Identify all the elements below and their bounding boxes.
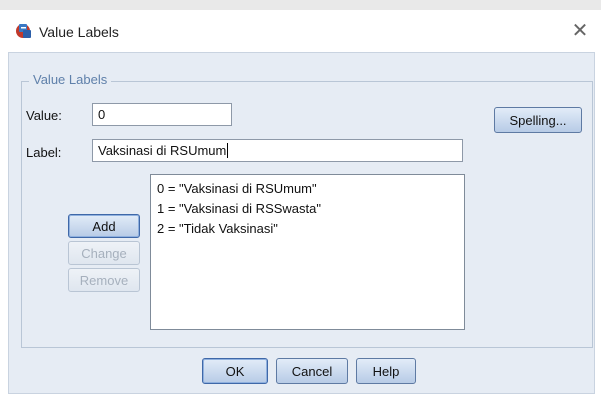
change-button[interactable]: Change xyxy=(68,241,140,265)
value-labels-dialog: Value Labels ✕ Value Labels Value: 0 Lab… xyxy=(0,10,601,396)
ok-button[interactable]: OK xyxy=(202,358,268,384)
list-item[interactable]: 2 = "Tidak Vaksinasi" xyxy=(157,219,458,239)
label-label: Label: xyxy=(26,145,62,160)
dialog-body: Value Labels Value: 0 Label: Vaksinasi d… xyxy=(8,52,595,394)
spelling-button[interactable]: Spelling... xyxy=(494,107,582,133)
title-bar[interactable]: Value Labels ✕ xyxy=(0,10,601,52)
list-item[interactable]: 1 = "Vaksinasi di RSSwasta" xyxy=(157,199,458,219)
close-icon[interactable]: ✕ xyxy=(567,18,593,44)
spss-app-icon xyxy=(14,21,34,41)
window-title: Value Labels xyxy=(39,24,119,40)
add-button[interactable]: Add xyxy=(68,214,140,238)
value-labels-list[interactable]: 0 = "Vaksinasi di RSUmum" 1 = "Vaksinasi… xyxy=(150,174,465,330)
cancel-button[interactable]: Cancel xyxy=(276,358,348,384)
label-input[interactable]: Vaksinasi di RSUmum xyxy=(92,139,463,162)
value-input[interactable]: 0 xyxy=(92,103,232,126)
list-item[interactable]: 0 = "Vaksinasi di RSUmum" xyxy=(157,179,458,199)
group-title: Value Labels xyxy=(29,72,112,87)
value-label: Value: xyxy=(26,108,62,123)
label-input-text: Vaksinasi di RSUmum xyxy=(98,143,227,158)
remove-button[interactable]: Remove xyxy=(68,268,140,292)
value-input-text: 0 xyxy=(98,107,106,122)
help-button[interactable]: Help xyxy=(356,358,416,384)
text-cursor xyxy=(227,143,229,158)
